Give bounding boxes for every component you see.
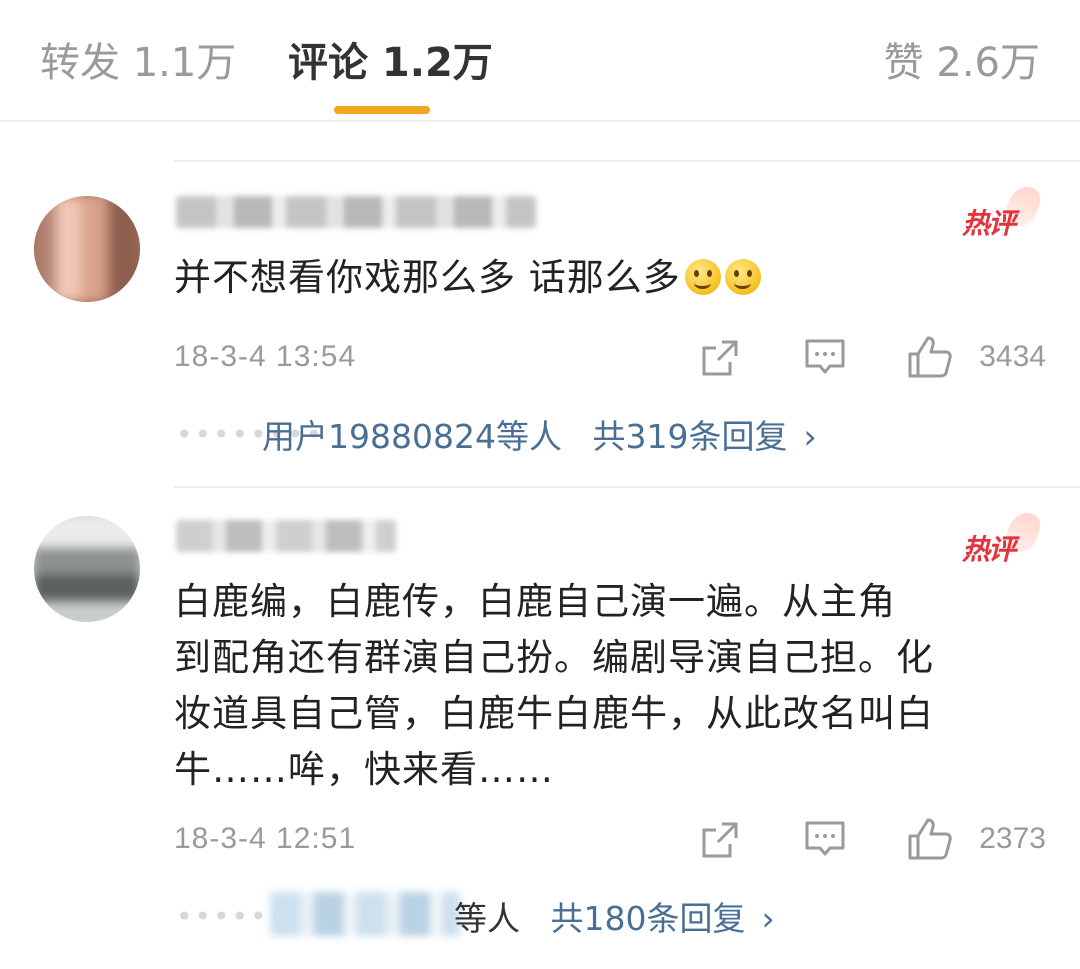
share-icon[interactable] [700,338,740,378]
avatar[interactable] [34,196,140,302]
view-replies-link[interactable]: 等人 共180条回复 › [454,892,775,940]
divider [174,160,1080,162]
username-redacted[interactable] [176,520,396,552]
reply-users: 等人 [454,899,520,938]
like-count: 2373 [979,822,1046,855]
reply-users: 用户19880824等人 [262,417,562,456]
hot-comment-badge: 热评 [962,508,1044,568]
active-tab-indicator [334,106,430,114]
comment-icon[interactable] [804,338,846,378]
tab-likes[interactable]: 赞 2.6万 [884,38,1040,88]
comment-body: 并不想看你戏那么多 话那么多 [174,256,681,299]
comment-icon[interactable] [804,820,846,860]
reply-total: 共319条回复 [592,417,788,456]
view-replies-link[interactable]: 用户19880824等人 共319条回复 › [262,410,817,458]
hot-label: 热评 [962,533,1016,566]
thumbs-up-icon[interactable] [906,816,954,862]
tab-repost[interactable]: 转发 1.1万 [40,38,236,88]
comment-line: 白鹿编，白鹿传，白鹿自己演一遍。从主角 [174,580,896,623]
reply-total: 共180条回复 [550,899,746,938]
comment-line: 妆道具自己管，白鹿牛白鹿牛，从此改名叫白 [174,692,934,735]
comment-text: 并不想看你戏那么多 话那么多 [174,250,761,306]
comment-timestamp: 18-3-4 13:54 [174,340,357,373]
chevron-right-icon: › [803,417,817,456]
hot-comment-badge: 热评 [962,182,1044,242]
share-icon[interactable] [700,820,740,860]
thinking-emoji-icon [724,259,761,295]
comment-tab-bar: 转发 1.1万 评论 1.2万 赞 2.6万 [0,0,1080,122]
comment-text: 白鹿编，白鹿传，白鹿自己演一遍。从主角 到配角还有群演自己扮。编剧导演自己担。化… [174,574,934,798]
tab-comments[interactable]: 评论 1.2万 [288,38,493,88]
avatar[interactable] [34,516,140,622]
hot-label: 热评 [962,207,1016,240]
smile-emoji-icon [684,259,721,295]
reply-username-redacted [270,892,460,936]
username-redacted[interactable] [176,196,536,228]
thumbs-up-icon[interactable] [906,334,954,380]
comment-line: 牛……哞，快来看…… [174,748,554,791]
comment-line: 到配角还有群演自己扮。编剧导演自己担。化 [174,636,934,679]
like-count: 3434 [979,340,1046,373]
divider [174,486,1080,488]
comment-timestamp: 18-3-4 12:51 [174,822,357,855]
chevron-right-icon: › [761,899,775,938]
